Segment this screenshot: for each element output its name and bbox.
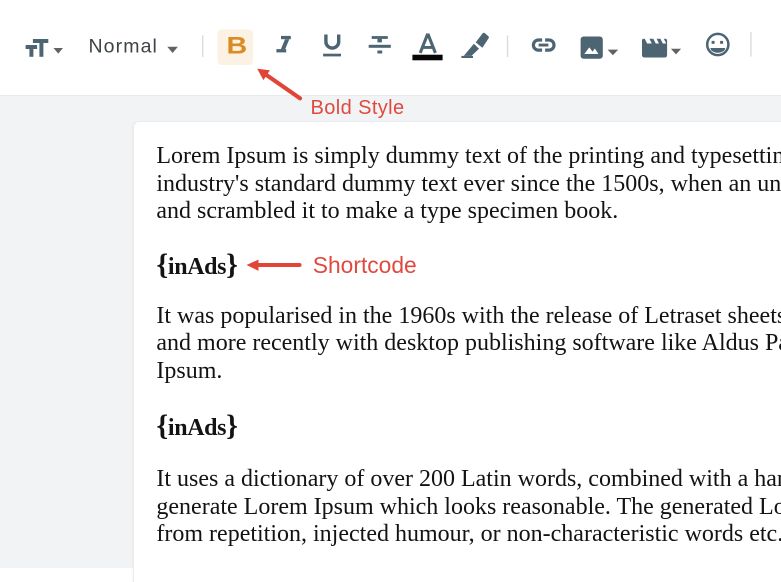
- svg-text:B: B: [227, 31, 248, 59]
- svg-text:Normal: Normal: [89, 36, 158, 58]
